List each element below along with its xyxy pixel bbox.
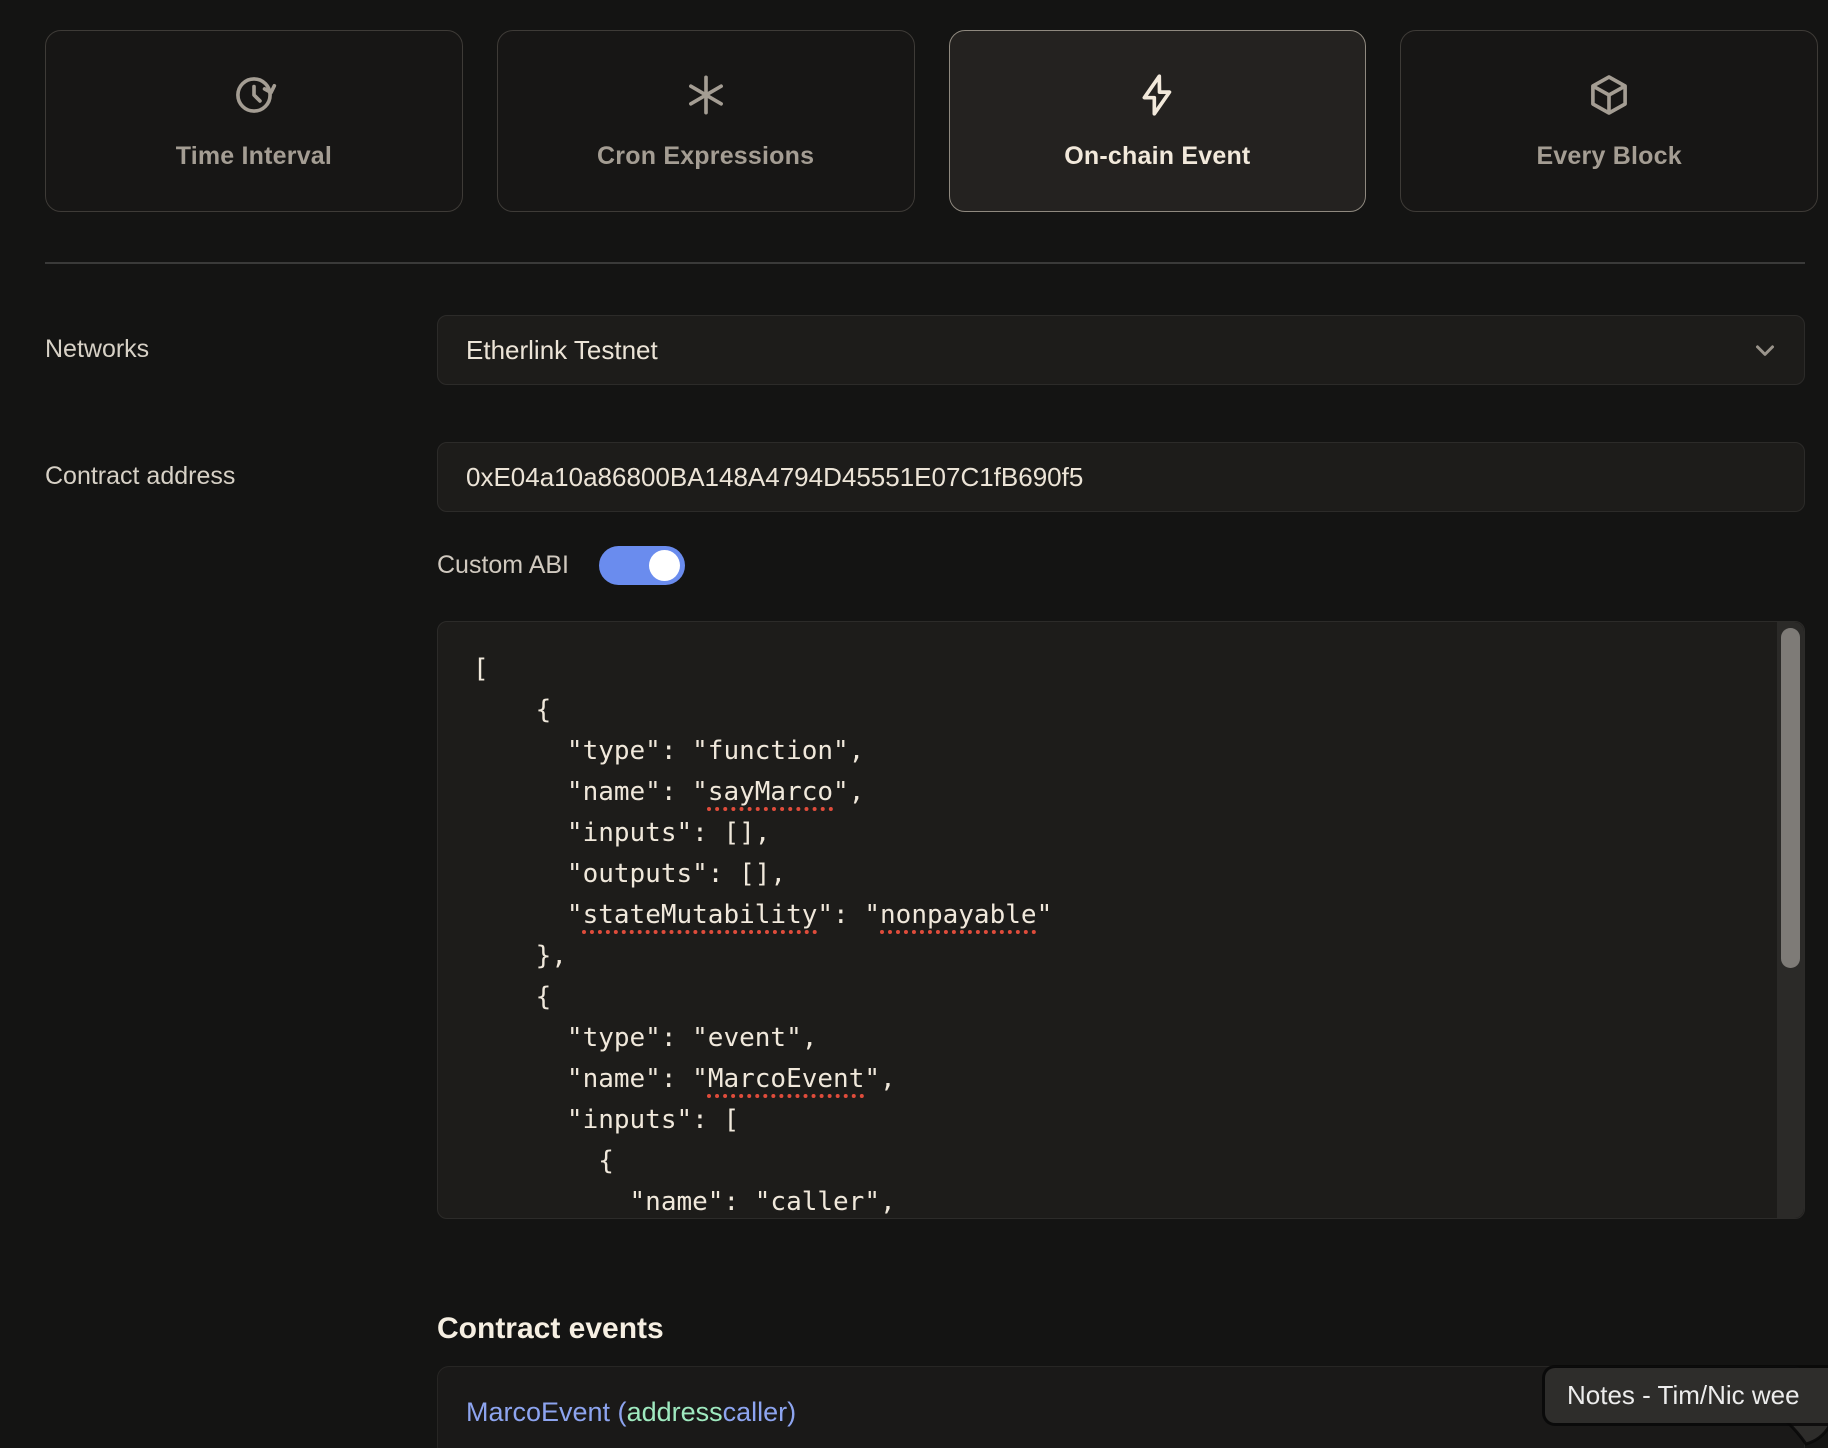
toggle-knob: [649, 550, 680, 581]
event-signature-segment: address: [627, 1397, 723, 1428]
contract-address-value: 0xE04a10a86800BA148A4794D45551E07C1fB690…: [466, 462, 1083, 493]
trigger-card-label: Every Block: [1536, 142, 1681, 171]
networks-selected-value: Etherlink Testnet: [466, 335, 658, 366]
code-line: "type": "function",: [473, 731, 1744, 772]
code-line: {: [473, 690, 1744, 731]
trigger-card-cron-expressions[interactable]: Cron Expressions: [497, 30, 915, 212]
trigger-card-label: On-chain Event: [1064, 142, 1250, 171]
notes-window-tab-label: Notes - Tim/Nic wee: [1567, 1380, 1800, 1411]
trigger-card-time-interval[interactable]: Time Interval: [45, 30, 463, 212]
code-line: {: [473, 977, 1744, 1018]
trigger-card-label: Time Interval: [176, 142, 332, 171]
contract-events-heading: Contract events: [437, 1312, 664, 1346]
event-signature-segment: caller): [723, 1397, 797, 1428]
code-line: "inputs": [],: [473, 813, 1744, 854]
networks-label: Networks: [45, 335, 149, 364]
event-signature-segment: MarcoEvent (: [466, 1397, 627, 1428]
custom-abi-toggle[interactable]: [599, 546, 685, 585]
clock-history-icon: [231, 72, 277, 118]
contract-address-input[interactable]: 0xE04a10a86800BA148A4794D45551E07C1fB690…: [437, 442, 1805, 512]
code-line: "outputs": [],: [473, 854, 1744, 895]
trigger-card-on-chain-event[interactable]: On-chain Event: [949, 30, 1367, 212]
code-line: "inputs": [: [473, 1100, 1744, 1141]
scrollbar-thumb[interactable]: [1781, 628, 1800, 968]
cube-icon: [1586, 72, 1632, 118]
abi-code-content: [ { "type": "function", "name": "sayMarc…: [438, 622, 1804, 1219]
contract-address-label: Contract address: [45, 462, 235, 491]
networks-select[interactable]: Etherlink Testnet: [437, 315, 1805, 385]
notes-window-tab[interactable]: Notes - Tim/Nic wee: [1545, 1368, 1828, 1423]
code-line: [: [473, 649, 1744, 690]
trigger-card-every-block[interactable]: Every Block: [1400, 30, 1818, 212]
trigger-config-page: Time Interval Cron Expressions On-chain Ev…: [0, 0, 1828, 1448]
section-divider: [45, 262, 1805, 264]
trigger-type-cards: Time Interval Cron Expressions On-chain Ev…: [45, 30, 1818, 212]
code-line: "type": "event",: [473, 1018, 1744, 1059]
custom-abi-label: Custom ABI: [437, 551, 569, 580]
lightning-icon: [1134, 72, 1180, 118]
code-line: "name": "sayMarco",: [473, 772, 1744, 813]
abi-code-editor[interactable]: [ { "type": "function", "name": "sayMarc…: [437, 621, 1805, 1219]
code-line: "name": "MarcoEvent",: [473, 1059, 1744, 1100]
code-line: "name": "caller",: [473, 1182, 1744, 1219]
scrollbar-track[interactable]: [1777, 622, 1804, 1218]
custom-abi-row: Custom ABI: [437, 545, 685, 585]
code-line: },: [473, 936, 1744, 977]
chevron-down-icon: [1750, 335, 1780, 365]
asterisk-icon: [683, 72, 729, 118]
trigger-card-label: Cron Expressions: [597, 142, 814, 171]
code-line: {: [473, 1141, 1744, 1182]
notes-window-tab-tail: [1786, 1421, 1828, 1447]
code-line: "stateMutability": "nonpayable": [473, 895, 1744, 936]
